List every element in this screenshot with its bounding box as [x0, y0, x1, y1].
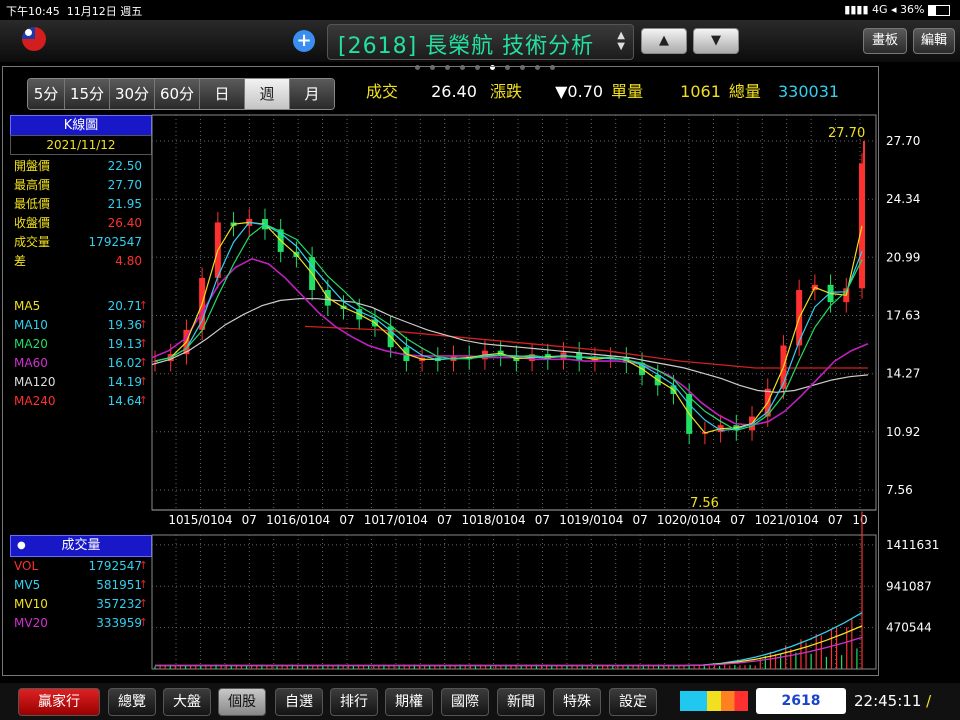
x-tick-label: 04: [706, 513, 721, 527]
nav-watchlist[interactable]: 自選: [275, 688, 323, 716]
ma120-line: [151, 298, 869, 393]
mv20-line: [155, 636, 863, 667]
x-tick-label: 07: [535, 513, 550, 527]
price-plot-area: [151, 114, 877, 511]
x-tick-label: 21/01: [769, 513, 804, 527]
ma10-line: [154, 221, 863, 432]
x-tick-label: 04: [510, 513, 525, 527]
x-tick-label: 04: [217, 513, 232, 527]
x-tick-label: 04: [804, 513, 819, 527]
x-tick-label: 07: [242, 513, 257, 527]
nav-options[interactable]: 期權: [385, 688, 433, 716]
nav-brand-button[interactable]: 贏家行: [18, 688, 100, 716]
x-tick-label: 10: [559, 513, 574, 527]
volume-tick-label: 941087: [886, 579, 932, 593]
volume-tick-label: 1411631: [886, 538, 939, 552]
nav-market[interactable]: 大盤: [163, 688, 211, 716]
x-tick-label: 16/01: [281, 513, 316, 527]
x-tick-label: 19/01: [574, 513, 609, 527]
nav-special[interactable]: 特殊: [553, 688, 601, 716]
x-tick-label: 17/01: [379, 513, 414, 527]
price-tick-label: 27.70: [886, 134, 920, 148]
x-tick-label: 10: [168, 513, 183, 527]
low-label: 7.56: [690, 496, 719, 511]
x-tick-label: 18/01: [476, 513, 511, 527]
ma5-line: [154, 221, 863, 434]
x-tick-label: 10: [266, 513, 281, 527]
price-volume-chart[interactable]: 27.7024.3420.9917.6314.2710.927.5610 15/0…: [0, 0, 960, 690]
x-tick-label: 15/01: [183, 513, 218, 527]
x-tick-label: 04: [315, 513, 330, 527]
x-tick-label: 10: [852, 513, 867, 527]
x-tick-label: 10: [755, 513, 770, 527]
stock-code-input[interactable]: 2618: [756, 688, 846, 714]
x-tick-label: 07: [339, 513, 354, 527]
volume-plot-area: [151, 534, 877, 670]
price-tick-label: 7.56: [886, 483, 913, 497]
nav-international[interactable]: 國際: [441, 688, 489, 716]
bottom-nav: 贏家行 總覽 大盤 個股 自選 排行 期權 國際 新聞 特殊 設定 2618 2…: [0, 683, 960, 720]
x-tick-label: 20/01: [672, 513, 707, 527]
clock: 22:45:11 /: [854, 692, 932, 710]
price-tick-label: 14.27: [886, 367, 920, 381]
price-tick-label: 17.63: [886, 309, 920, 323]
nav-overview[interactable]: 總覽: [108, 688, 156, 716]
x-tick-label: 04: [413, 513, 428, 527]
price-tick-label: 20.99: [886, 250, 920, 264]
nav-stock[interactable]: 個股: [218, 688, 266, 716]
mv10-line: [155, 625, 863, 667]
x-tick-label: 10: [657, 513, 672, 527]
ma20-line: [154, 223, 863, 432]
x-tick-label: 10: [364, 513, 379, 527]
nav-news[interactable]: 新聞: [497, 688, 545, 716]
volume-tick-label: 470544: [886, 621, 932, 635]
x-tick-label: 10: [462, 513, 477, 527]
x-tick-label: 07: [633, 513, 648, 527]
x-tick-label: 07: [437, 513, 452, 527]
price-tick-label: 10.92: [886, 425, 920, 439]
market-color-bar: [680, 691, 748, 711]
x-tick-label: 04: [608, 513, 623, 527]
nav-ranking[interactable]: 排行: [330, 688, 378, 716]
x-tick-label: 07: [730, 513, 745, 527]
nav-settings[interactable]: 設定: [609, 688, 657, 716]
mv5-line: [155, 612, 863, 667]
high-label: 27.70: [828, 126, 865, 141]
x-tick-label: 07: [828, 513, 843, 527]
price-tick-label: 24.34: [886, 192, 920, 206]
